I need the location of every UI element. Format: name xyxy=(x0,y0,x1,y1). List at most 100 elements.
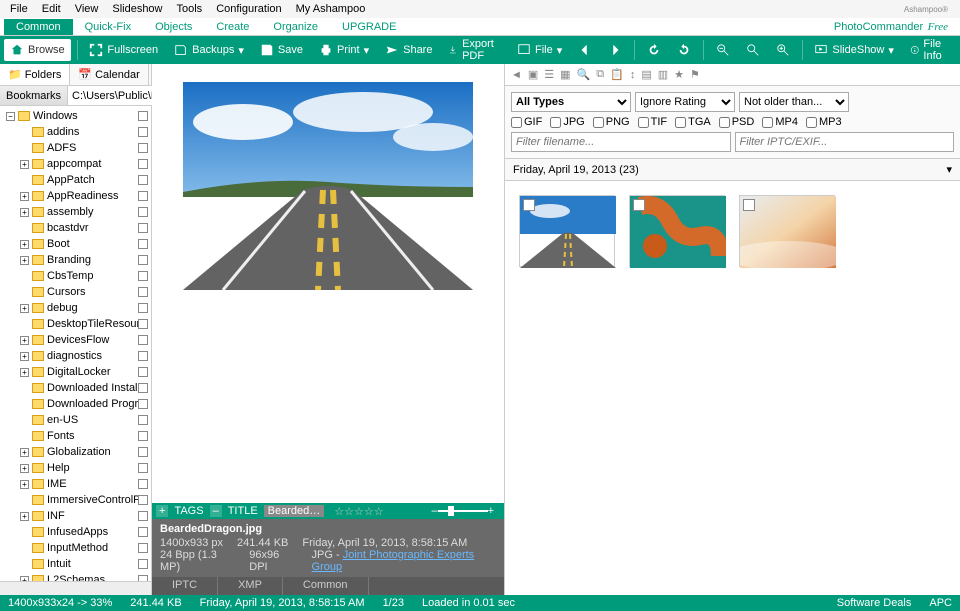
thumbs-icon[interactable]: ▥ xyxy=(658,68,668,81)
tab-upgrade[interactable]: UPGRADE xyxy=(330,19,408,35)
bookmarks-button[interactable]: Bookmarks xyxy=(0,86,68,105)
tree-item[interactable]: +INF xyxy=(0,508,151,524)
common-tab[interactable]: Common xyxy=(283,577,369,595)
fmt-psd[interactable]: PSD xyxy=(719,116,755,128)
tree-checkbox[interactable] xyxy=(138,399,148,409)
tree-item[interactable]: DesktopTileResourc xyxy=(0,316,151,332)
fmt-mp4[interactable]: MP4 xyxy=(762,116,798,128)
rating-filter[interactable]: Ignore Rating xyxy=(635,92,735,112)
tree-item[interactable]: +IME xyxy=(0,476,151,492)
rotate-left-button[interactable] xyxy=(641,39,667,61)
thumb-checkbox[interactable] xyxy=(633,199,645,211)
tree-checkbox[interactable] xyxy=(138,559,148,569)
tree-item[interactable]: +appcompat xyxy=(0,156,151,172)
tree-item[interactable]: ADFS xyxy=(0,140,151,156)
zoom-out-button[interactable] xyxy=(710,39,736,61)
rotate-right-button[interactable] xyxy=(671,39,697,61)
tree-checkbox[interactable] xyxy=(138,159,148,169)
tab-organize[interactable]: Organize xyxy=(261,19,330,35)
tree-checkbox[interactable] xyxy=(138,511,148,521)
add-tag-button[interactable]: + xyxy=(156,505,168,517)
folder-tree[interactable]: −WindowsaddinsADFS+appcompatAppPatch+App… xyxy=(0,106,151,581)
software-deals-link[interactable]: Software Deals xyxy=(837,597,912,609)
tree-checkbox[interactable] xyxy=(138,543,148,553)
up-icon[interactable]: ▣ xyxy=(528,68,538,81)
menu-myashampoo[interactable]: My Ashampoo xyxy=(290,2,372,16)
tree-checkbox[interactable] xyxy=(138,127,148,137)
tree-item[interactable]: +AppReadiness xyxy=(0,188,151,204)
thumbnail[interactable] xyxy=(519,195,615,267)
backups-button[interactable]: Backups▾ xyxy=(168,39,250,61)
menu-view[interactable]: View xyxy=(69,2,105,16)
tab-quick-fix[interactable]: Quick-Fix xyxy=(73,19,143,35)
tree-checkbox[interactable] xyxy=(138,383,148,393)
xmp-tab[interactable]: XMP xyxy=(218,577,283,595)
type-filter[interactable]: All Types xyxy=(511,92,631,112)
fileinfo-button[interactable]: File Info xyxy=(904,39,956,61)
slideshow-button[interactable]: SlideShow▾ xyxy=(808,39,900,61)
tree-checkbox[interactable] xyxy=(138,495,148,505)
tree-checkbox[interactable] xyxy=(138,479,148,489)
star-rating[interactable]: ☆☆☆☆☆ xyxy=(334,505,383,518)
file-button[interactable]: File▾ xyxy=(511,39,568,61)
age-filter[interactable]: Not older than... xyxy=(739,92,849,112)
menu-edit[interactable]: Edit xyxy=(36,2,67,16)
tree-checkbox[interactable] xyxy=(138,271,148,281)
copy-icon[interactable]: ⧉ xyxy=(596,68,604,81)
tab-create[interactable]: Create xyxy=(204,19,261,35)
fmt-tga[interactable]: TGA xyxy=(675,116,711,128)
tree-checkbox[interactable] xyxy=(138,287,148,297)
tree-item[interactable]: AppPatch xyxy=(0,172,151,188)
tree-checkbox[interactable] xyxy=(138,447,148,457)
tree-item[interactable]: InfusedApps xyxy=(0,524,151,540)
view-grid-icon[interactable]: ▦ xyxy=(560,68,570,81)
search-icon[interactable]: 🔍 xyxy=(577,68,591,81)
sidebar-scrollbar[interactable] xyxy=(0,581,151,595)
thumb-checkbox[interactable] xyxy=(743,199,755,211)
browse-button[interactable]: Browse xyxy=(4,39,71,61)
iptc-tab[interactable]: IPTC xyxy=(152,577,218,595)
tree-item[interactable]: Cursors xyxy=(0,284,151,300)
fmt-jpg[interactable]: JPG xyxy=(550,116,584,128)
tree-checkbox[interactable] xyxy=(138,319,148,329)
zoom-slider[interactable]: –+ xyxy=(390,505,500,517)
tree-checkbox[interactable] xyxy=(138,415,148,425)
tree-item[interactable]: Fonts xyxy=(0,428,151,444)
tree-item[interactable]: +Globalization xyxy=(0,444,151,460)
tree-item[interactable]: Downloaded Installa xyxy=(0,380,151,396)
menu-file[interactable]: File xyxy=(4,2,34,16)
tree-item[interactable]: ImmersiveControlPa xyxy=(0,492,151,508)
tree-checkbox[interactable] xyxy=(138,367,148,377)
tree-checkbox[interactable] xyxy=(138,239,148,249)
filename-filter[interactable] xyxy=(511,132,731,152)
title-value[interactable]: Bearded… xyxy=(264,505,325,517)
tree-item[interactable]: addins xyxy=(0,124,151,140)
sort-icon[interactable]: ↕ xyxy=(630,69,636,81)
tree-item[interactable]: +Boot xyxy=(0,236,151,252)
tree-item[interactable]: +Help xyxy=(0,460,151,476)
fmt-mp3[interactable]: MP3 xyxy=(806,116,842,128)
tree-checkbox[interactable] xyxy=(138,431,148,441)
tree-checkbox[interactable] xyxy=(138,175,148,185)
star-icon[interactable]: ★ xyxy=(674,68,684,81)
tree-item[interactable]: en-US xyxy=(0,412,151,428)
save-button[interactable]: Save xyxy=(254,39,309,61)
tab-common[interactable]: Common xyxy=(4,19,73,35)
paste-icon[interactable]: 📋 xyxy=(610,68,624,81)
tag-icon[interactable]: ⚑ xyxy=(690,68,700,81)
tree-item[interactable]: InputMethod xyxy=(0,540,151,556)
tree-checkbox[interactable] xyxy=(138,223,148,233)
fmt-gif[interactable]: GIF xyxy=(511,116,542,128)
zoom-fit-button[interactable] xyxy=(740,39,766,61)
back-icon[interactable]: ◄ xyxy=(511,69,522,81)
share-button[interactable]: Share xyxy=(379,39,438,61)
thumbnail[interactable] xyxy=(739,195,835,267)
tree-item[interactable]: +L2Schemas xyxy=(0,572,151,581)
details-icon[interactable]: ▤ xyxy=(641,68,651,81)
image-viewer[interactable] xyxy=(152,64,504,503)
export-pdf-button[interactable]: Export PDF xyxy=(442,39,507,61)
tree-item[interactable]: Intuit xyxy=(0,556,151,572)
tree-checkbox[interactable] xyxy=(138,143,148,153)
tree-checkbox[interactable] xyxy=(138,463,148,473)
fullscreen-button[interactable]: Fullscreen xyxy=(83,39,164,61)
